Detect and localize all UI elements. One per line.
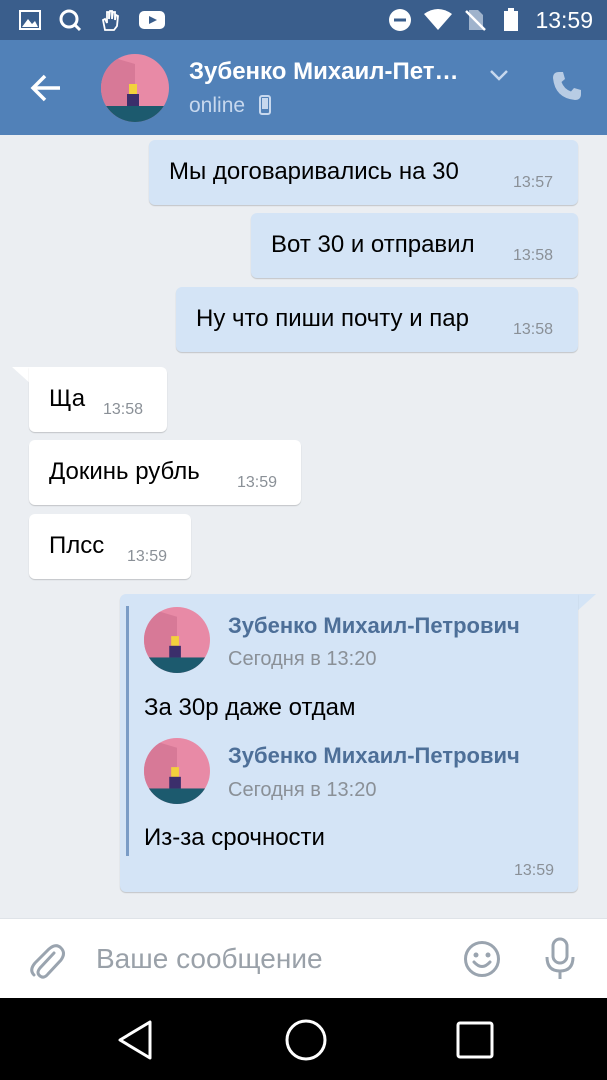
message-time: 13:58 — [103, 401, 144, 418]
message-time: 13:59 — [514, 862, 555, 879]
message-outgoing[interactable]: Ну что пиши почту и пар 13:58 — [176, 287, 578, 352]
battery-icon — [504, 8, 518, 31]
no-sim-icon — [465, 10, 486, 31]
bubble-tail — [576, 594, 596, 612]
message-time: 13:58 — [513, 247, 554, 264]
emoji-icon[interactable] — [463, 940, 501, 978]
message-input[interactable] — [96, 937, 436, 981]
message-text: Плсс — [49, 532, 105, 559]
back-nav-icon[interactable] — [114, 1018, 158, 1062]
gallery-icon — [19, 10, 41, 30]
contact-avatar[interactable] — [101, 54, 169, 122]
microphone-icon[interactable] — [544, 937, 576, 981]
back-arrow-icon[interactable] — [28, 70, 64, 106]
online-status-label: online — [189, 94, 246, 117]
clock: 13:59 — [535, 7, 593, 33]
message-text: Мы договаривались на 30 — [169, 158, 459, 185]
wifi-icon — [424, 9, 452, 30]
message-incoming[interactable]: Ща 13:58 — [29, 367, 167, 432]
message-time: 13:57 — [513, 174, 554, 191]
message-time: 13:59 — [237, 474, 278, 491]
chevron-down-icon[interactable] — [488, 67, 510, 83]
forwarded-text: За 30р даже отдам — [144, 694, 356, 721]
youtube-icon — [139, 11, 165, 29]
message-incoming[interactable]: Плсс 13:59 — [29, 514, 191, 579]
contact-status: online — [189, 94, 271, 118]
home-nav-icon[interactable] — [284, 1018, 328, 1062]
recents-nav-icon[interactable] — [453, 1018, 497, 1062]
message-time: 13:58 — [513, 321, 554, 338]
message-time: 13:59 — [127, 548, 168, 565]
phone-call-icon[interactable] — [551, 70, 583, 102]
mobile-device-icon — [258, 95, 271, 115]
navigation-bar — [0, 998, 607, 1080]
do-not-disturb-icon — [389, 9, 411, 31]
message-outgoing[interactable]: Вот 30 и отправил 13:58 — [251, 213, 578, 278]
message-text: Вот 30 и отправил — [271, 231, 475, 258]
hand-gesture-icon — [101, 10, 119, 31]
forwarded-text: Из-за срочности — [144, 824, 325, 851]
search-app-icon — [59, 9, 82, 32]
message-outgoing[interactable]: Мы договаривались на 30 13:57 — [149, 140, 578, 205]
forwarded-author-name[interactable]: Зубенко Михаил-Петрович — [228, 743, 520, 769]
message-text: Ща — [49, 385, 86, 412]
forward-quote-bar — [126, 606, 129, 856]
paperclip-icon[interactable] — [28, 941, 66, 981]
forwarded-date: Сегодня в 13:20 — [228, 648, 377, 670]
message-text: Докинь рубль — [49, 458, 200, 485]
forwarded-author-name[interactable]: Зубенко Михаил-Петрович — [228, 613, 520, 639]
contact-name[interactable]: Зубенко Михаил-Пет… — [189, 58, 459, 86]
forwarded-author-avatar[interactable] — [144, 607, 210, 673]
composer-bar — [0, 918, 607, 999]
forwarded-date: Сегодня в 13:20 — [228, 779, 377, 801]
status-bar: 13:59 — [0, 0, 607, 40]
message-incoming[interactable]: Докинь рубль 13:59 — [29, 440, 301, 505]
forwarded-author-avatar[interactable] — [144, 738, 210, 804]
message-text: Ну что пиши почту и пар — [196, 305, 469, 332]
chat-header: Зубенко Михаил-Пет… online — [0, 40, 607, 135]
